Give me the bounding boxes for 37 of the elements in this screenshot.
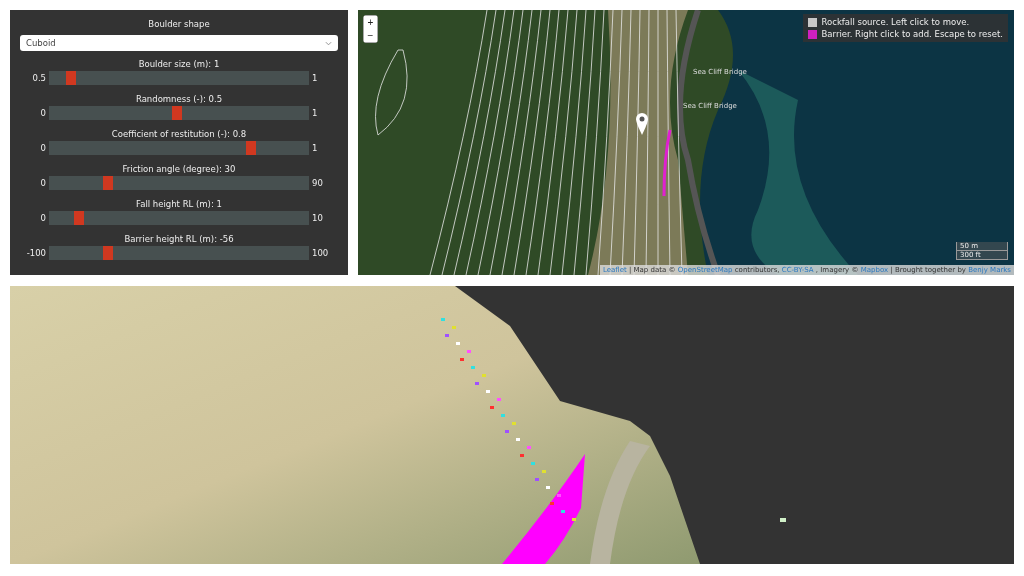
slider-thumb[interactable] xyxy=(73,211,84,225)
slider-track[interactable] xyxy=(49,106,309,120)
slider-max: 1 xyxy=(312,108,319,118)
slider-label: Randomness (-): 0.5 xyxy=(134,93,224,105)
slider-track[interactable] xyxy=(49,246,309,260)
slider-thumb[interactable] xyxy=(245,141,256,155)
barrier-line xyxy=(660,128,672,198)
slider-max: 100 xyxy=(312,248,330,258)
legend-label: Rockfall source. Left click to move. xyxy=(821,17,970,27)
slider-track[interactable] xyxy=(49,176,309,190)
slider-label: Barrier height RL (m): -56 xyxy=(123,233,235,245)
slider-track[interactable] xyxy=(49,141,309,155)
slider-track[interactable] xyxy=(49,211,309,225)
slider-label: Coefficient of restitution (-): 0.8 xyxy=(110,128,248,140)
slider-label: Boulder size (m): 1 xyxy=(137,58,221,70)
slider-label: Fall height RL (m): 1 xyxy=(135,198,223,210)
slider-track[interactable] xyxy=(49,71,309,85)
slider-max: 1 xyxy=(312,73,319,83)
slider-max: 10 xyxy=(312,213,324,223)
slider-min: 0 xyxy=(39,143,46,153)
slider-max: 90 xyxy=(312,178,324,188)
shape-dropdown[interactable]: Cuboid xyxy=(20,35,338,51)
slider-min: 0.5 xyxy=(31,73,46,83)
map-marker-icon[interactable] xyxy=(635,112,649,136)
shape-label: Boulder shape xyxy=(147,18,211,30)
chevron-icon xyxy=(325,40,332,46)
slider-max: 1 xyxy=(312,143,319,153)
slider-thumb[interactable] xyxy=(103,176,114,190)
slider-min: 0 xyxy=(39,178,46,188)
legend-label: Barrier. Right click to add. Escape to reset. xyxy=(821,29,1003,39)
slider-thumb[interactable] xyxy=(103,246,114,260)
slider-min: -100 xyxy=(26,248,46,258)
slider-min: 0 xyxy=(39,108,46,118)
slider-thumb[interactable] xyxy=(66,71,77,85)
slider-thumb[interactable] xyxy=(172,106,182,120)
slider-min: 0 xyxy=(39,213,46,223)
slider-label: Friction angle (degree): 30 xyxy=(121,163,237,175)
